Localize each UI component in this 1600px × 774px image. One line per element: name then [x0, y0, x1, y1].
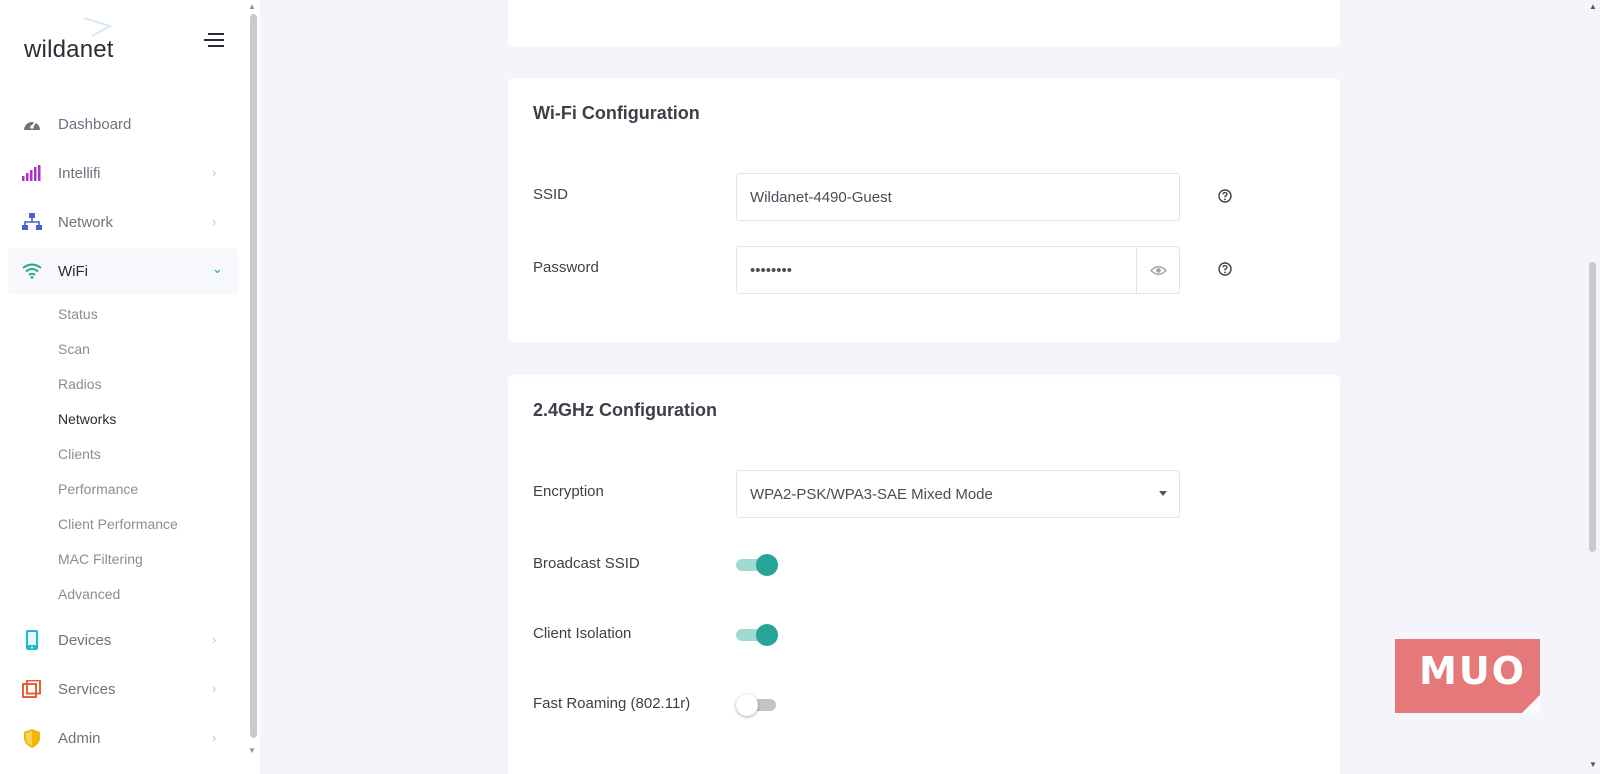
chevron-right-icon: › — [212, 681, 217, 696]
client-isolation-label: Client Isolation — [533, 625, 632, 642]
menu-toggle-icon[interactable] — [202, 32, 224, 50]
ssid-label: SSID — [533, 186, 569, 203]
scroll-down-arrow-icon[interactable]: ▼ — [248, 746, 256, 755]
chevron-right-icon: › — [212, 214, 217, 229]
sidebar-subitem-mac-filtering[interactable]: MAC Filtering — [58, 551, 143, 567]
watermark-text: MUO — [1419, 649, 1526, 693]
sidebar-subitem-status[interactable]: Status — [58, 306, 98, 322]
sidebar-scrollbar-thumb[interactable] — [250, 14, 257, 738]
sidebar-item-label: Intellifi — [58, 164, 101, 182]
card-title: 2.4GHz Configuration — [533, 400, 717, 420]
encryption-select[interactable]: WPA2-PSK/WPA3-SAE Mixed Mode — [736, 470, 1180, 518]
sidebar-item-label: Admin — [58, 729, 101, 747]
network-icon — [22, 212, 42, 232]
ghz-configuration-card: 2.4GHz Configuration Encryption WPA2-PSK… — [508, 375, 1340, 774]
sidebar-item-dashboard[interactable]: Dashboard — [8, 101, 238, 147]
toggle-knob — [756, 624, 778, 646]
encryption-label: Encryption — [533, 483, 604, 500]
ssid-value: Wildanet-4490-Guest — [750, 189, 892, 206]
windows-icon — [22, 679, 42, 699]
sidebar: wildanet Dashboard Intellifi › Network ›… — [0, 0, 246, 774]
chevron-right-icon: › — [212, 632, 217, 647]
client-isolation-toggle[interactable] — [736, 623, 780, 647]
sidebar-item-label: Services — [58, 680, 116, 698]
sidebar-item-label: Network — [58, 213, 114, 231]
signal-bars-icon — [22, 163, 42, 183]
gauge-icon — [22, 114, 42, 134]
chevron-right-icon: › — [212, 165, 217, 180]
sidebar-subitem-client-performance[interactable]: Client Performance — [58, 516, 178, 532]
caret-down-icon — [1159, 491, 1167, 496]
sidebar-subitem-clients[interactable]: Clients — [58, 446, 101, 462]
shield-icon — [22, 728, 42, 748]
main-scrollbar-thumb[interactable] — [1589, 262, 1596, 552]
broadcast-ssid-label: Broadcast SSID — [533, 555, 640, 572]
help-icon[interactable] — [1218, 262, 1232, 276]
sidebar-subitem-performance[interactable]: Performance — [58, 481, 138, 497]
sidebar-item-network[interactable]: Network › — [8, 199, 238, 245]
mobile-icon — [22, 630, 42, 650]
password-label: Password — [533, 259, 599, 276]
sidebar-subitem-scan[interactable]: Scan — [58, 341, 90, 357]
sidebar-item-label: Devices — [58, 631, 112, 649]
sidebar-item-services[interactable]: Services › — [8, 666, 238, 712]
sidebar-item-admin[interactable]: Admin › — [8, 715, 238, 761]
fast-roaming-label: Fast Roaming (802.11r) — [533, 695, 691, 712]
password-field[interactable]: •••••••• — [736, 246, 1180, 294]
chevron-right-icon: › — [212, 730, 217, 745]
wifi-icon — [22, 261, 42, 281]
sidebar-subitem-networks[interactable]: Networks — [58, 411, 116, 427]
ssid-field[interactable]: Wildanet-4490-Guest — [736, 173, 1180, 221]
eye-icon — [1149, 265, 1167, 275]
sidebar-item-label: WiFi — [58, 262, 88, 280]
scroll-down-arrow-icon[interactable]: ▼ — [1589, 760, 1597, 769]
toggle-knob — [756, 554, 778, 576]
chevron-down-icon: ⌄ — [212, 261, 223, 276]
help-icon[interactable] — [1218, 189, 1232, 203]
sidebar-item-devices[interactable]: Devices › — [8, 617, 238, 663]
encryption-value: WPA2-PSK/WPA3-SAE Mixed Mode — [750, 486, 993, 503]
sidebar-subitem-radios[interactable]: Radios — [58, 376, 102, 392]
sidebar-item-intellifi[interactable]: Intellifi › — [8, 150, 238, 196]
previous-card — [508, 0, 1340, 47]
sidebar-item-wifi[interactable]: WiFi ⌄ — [8, 248, 238, 294]
fast-roaming-toggle[interactable] — [736, 693, 780, 717]
scroll-up-arrow-icon[interactable]: ▲ — [1589, 2, 1597, 11]
scroll-up-arrow-icon[interactable]: ▲ — [248, 2, 256, 11]
wifi-configuration-card: Wi-Fi Configuration SSID Wildanet-4490-G… — [508, 78, 1340, 342]
sidebar-item-label: Dashboard — [58, 115, 132, 133]
sidebar-subitem-advanced[interactable]: Advanced — [58, 586, 120, 602]
brand-logo[interactable]: wildanet — [24, 36, 114, 64]
show-password-button[interactable] — [1136, 247, 1179, 293]
broadcast-ssid-toggle[interactable] — [736, 553, 780, 577]
toggle-knob — [736, 694, 758, 716]
card-title: Wi-Fi Configuration — [533, 103, 700, 123]
password-value: •••••••• — [750, 262, 793, 279]
muo-watermark: MUO — [1395, 639, 1540, 713]
